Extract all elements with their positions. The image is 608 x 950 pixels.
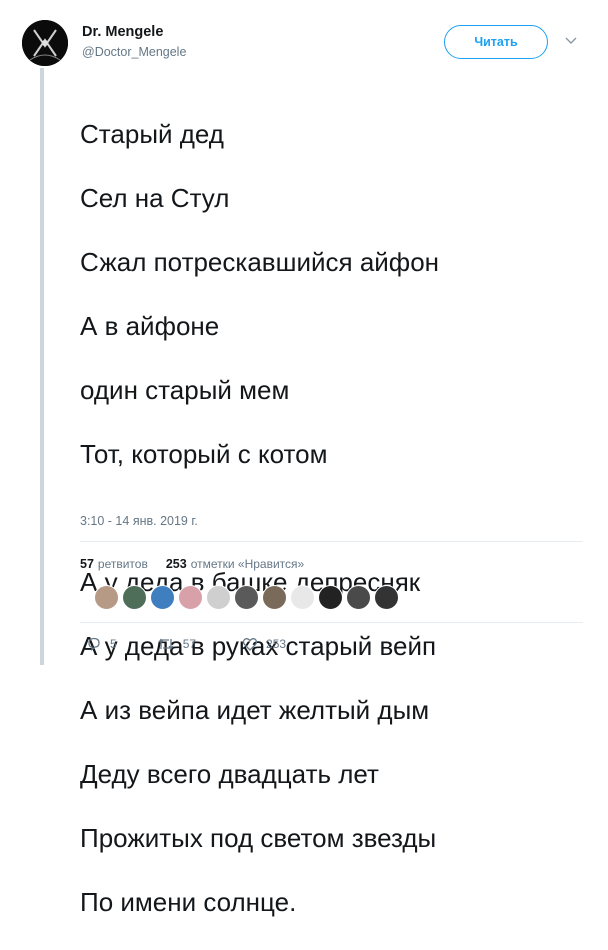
liker-avatar[interactable] xyxy=(150,585,175,610)
tweet-line: А из вейпа идет желтый дым xyxy=(80,695,430,725)
retweet-icon xyxy=(158,638,174,650)
retweets-count[interactable]: 57 xyxy=(80,557,94,571)
liker-avatar[interactable] xyxy=(234,585,259,610)
liker-avatar[interactable] xyxy=(318,585,343,610)
tweet-line: один старый мем xyxy=(80,375,290,405)
follow-button[interactable]: Читать xyxy=(444,25,548,59)
divider xyxy=(80,541,583,542)
tweet-stats: 57 ретвитов 253 отметки «Нравится» xyxy=(80,557,304,571)
tweet-line: Прожитых под светом звезды xyxy=(80,823,437,853)
liker-avatar[interactable] xyxy=(206,585,231,610)
liker-avatar[interactable] xyxy=(346,585,371,610)
tweet-line: Деду всего двадцать лет xyxy=(80,759,379,789)
likes-count[interactable]: 253 xyxy=(166,557,187,571)
retweet-count: 57 xyxy=(182,637,197,651)
retweets-label[interactable]: ретвитов xyxy=(98,557,148,571)
author-name[interactable]: Dr. Mengele xyxy=(82,24,163,40)
reply-button[interactable]: 5 xyxy=(86,636,117,652)
chevron-down-icon[interactable] xyxy=(564,34,578,48)
avatar-image xyxy=(22,20,68,66)
liker-avatar[interactable] xyxy=(290,585,315,610)
liker-avatar[interactable] xyxy=(94,585,119,610)
tweet-line: Сжал потрескавшийся айфон xyxy=(80,247,440,277)
like-count: 253 xyxy=(266,637,287,651)
tweet-line: По имени солнце. xyxy=(80,887,297,917)
liker-avatar[interactable] xyxy=(374,585,399,610)
avatar[interactable] xyxy=(22,20,68,66)
divider xyxy=(80,622,583,623)
tweet-line: А в айфоне xyxy=(80,311,220,341)
like-button[interactable]: 253 xyxy=(242,636,286,652)
liker-avatars xyxy=(94,585,402,610)
tweet-timestamp[interactable]: 3:10 - 14 янв. 2019 г. xyxy=(80,514,198,528)
liker-avatar[interactable] xyxy=(262,585,287,610)
thread-line xyxy=(40,68,44,665)
reply-count: 5 xyxy=(110,637,117,651)
liker-avatar[interactable] xyxy=(122,585,147,610)
author-handle[interactable]: @Doctor_Mengele xyxy=(82,45,186,59)
tweet-line: Тот, который с котом xyxy=(80,439,328,469)
retweet-button[interactable]: 57 xyxy=(157,636,196,652)
tweet-actions: 5 57 253 xyxy=(86,636,286,652)
likes-label[interactable]: отметки «Нравится» xyxy=(191,557,305,571)
liker-avatar[interactable] xyxy=(178,585,203,610)
tweet-line: Старый дед xyxy=(80,119,224,149)
heart-icon xyxy=(242,638,258,651)
tweet-line: Сел на Стул xyxy=(80,183,230,213)
reply-icon xyxy=(88,637,100,651)
